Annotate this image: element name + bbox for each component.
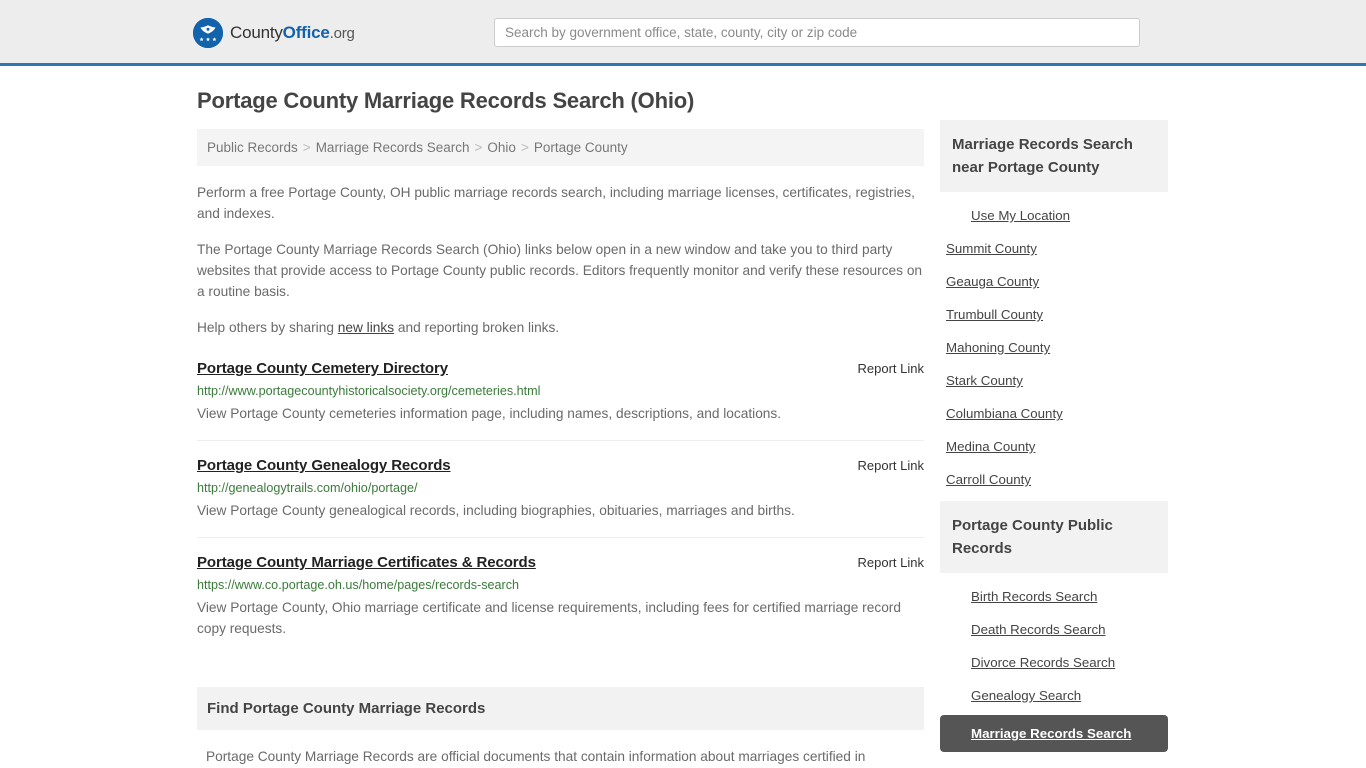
new-links-link[interactable]: new links (338, 320, 394, 335)
resource-description: View Portage County cemeteries informati… (197, 406, 782, 421)
sidebar-item-genealogy-search[interactable]: Genealogy Search (940, 678, 1168, 711)
breadcrumb-separator-icon: > (302, 140, 311, 155)
resource-description: View Portage County genealogical records… (197, 503, 795, 518)
report-link-button[interactable]: Report Link (858, 555, 924, 570)
sidebar-nearby-heading: Marriage Records Search near Portage Cou… (940, 120, 1168, 192)
sidebar-item-summit-county[interactable]: Summit County (940, 231, 1168, 264)
resource-url[interactable]: http://www.portagecountyhistoricalsociet… (197, 384, 924, 398)
sidebar-item-medina-county[interactable]: Medina County (940, 429, 1168, 462)
find-records-body: Portage County Marriage Records are offi… (197, 746, 924, 768)
sidebar-public-records-box: Portage County Public Records Birth Reco… (940, 501, 1168, 752)
resource-description: View Portage County, Ohio marriage certi… (197, 600, 901, 636)
breadcrumb-item-portage-county[interactable]: Portage County (534, 140, 628, 155)
sidebar-item-use-my-location[interactable]: Use My Location (940, 198, 1168, 231)
report-link-button[interactable]: Report Link (858, 458, 924, 473)
resource-url[interactable]: http://genealogytrails.com/ohio/portage/ (197, 481, 924, 495)
sidebar-item-divorce-records-search[interactable]: Divorce Records Search (940, 645, 1168, 678)
page-title: Portage County Marriage Records Search (… (197, 88, 695, 113)
resource-url[interactable]: https://www.co.portage.oh.us/home/pages/… (197, 578, 924, 592)
site-logo-link[interactable]: CountyOffice.org (193, 18, 355, 48)
breadcrumb-item-marriage-records-search[interactable]: Marriage Records Search (316, 140, 470, 155)
sidebar-public-records-links: Birth Records Search Death Records Searc… (940, 573, 1168, 752)
find-records-paragraph: Portage County Marriage Records are offi… (206, 749, 866, 764)
sidebar-item-trumbull-county[interactable]: Trumbull County (940, 297, 1168, 330)
site-header: CountyOffice.org (0, 0, 1366, 66)
sidebar: Marriage Records Search near Portage Cou… (940, 120, 1168, 758)
sidebar-public-records-heading: Portage County Public Records (940, 501, 1168, 573)
search-input[interactable] (494, 18, 1140, 47)
logo-text-county: County (230, 23, 283, 42)
intro-paragraph-3: Help others by sharing new links and rep… (197, 317, 924, 338)
sidebar-nearby-links: Use My Location Summit County Geauga Cou… (940, 192, 1168, 495)
sidebar-item-geauga-county[interactable]: Geauga County (940, 264, 1168, 297)
list-item: Portage County Cemetery Directory Report… (197, 360, 924, 441)
report-link-button[interactable]: Report Link (858, 361, 924, 376)
find-records-heading: Find Portage County Marriage Records (197, 687, 924, 730)
list-item: Portage County Genealogy Records Report … (197, 457, 924, 538)
breadcrumb: Public Records > Marriage Records Search > O… (197, 129, 924, 166)
breadcrumb-separator-icon: > (474, 140, 483, 155)
sidebar-item-mahoning-county[interactable]: Mahoning County (940, 330, 1168, 363)
logo-text-office: Office (282, 23, 330, 42)
sidebar-nearby-box: Marriage Records Search near Portage Cou… (940, 120, 1168, 495)
resource-title-link[interactable]: Portage County Cemetery Directory (197, 360, 448, 377)
sidebar-item-carroll-county[interactable]: Carroll County (940, 462, 1168, 495)
eagle-shield-logo-icon (193, 18, 223, 48)
main-content: Portage County Marriage Records Search (… (197, 88, 924, 768)
sidebar-item-birth-records-search[interactable]: Birth Records Search (940, 579, 1168, 612)
intro-text: Perform a free Portage County, OH public… (197, 182, 924, 338)
sidebar-item-marriage-records-search[interactable]: Marriage Records Search (940, 715, 1168, 752)
intro-paragraph-2: The Portage County Marriage Records Sear… (197, 242, 923, 299)
link-row: Portage County Cemetery Directory Report… (197, 360, 924, 377)
breadcrumb-item-public-records[interactable]: Public Records (207, 140, 298, 155)
intro-paragraph-1: Perform a free Portage County, OH public… (197, 185, 915, 221)
breadcrumb-item-ohio[interactable]: Ohio (487, 140, 516, 155)
sidebar-item-stark-county[interactable]: Stark County (940, 363, 1168, 396)
logo-text-org: .org (329, 25, 355, 42)
resource-link-list: Portage County Cemetery Directory Report… (197, 360, 924, 655)
share-text-after: and reporting broken links. (394, 320, 560, 335)
sidebar-item-death-records-search[interactable]: Death Records Search (940, 612, 1168, 645)
breadcrumb-separator-icon: > (520, 140, 529, 155)
list-item: Portage County Marriage Certificates & R… (197, 554, 924, 655)
share-text-before: Help others by sharing (197, 320, 338, 335)
site-logo-text: CountyOffice.org (230, 23, 355, 43)
link-row: Portage County Genealogy Records Report … (197, 457, 924, 474)
sidebar-item-columbiana-county[interactable]: Columbiana County (940, 396, 1168, 429)
resource-title-link[interactable]: Portage County Marriage Certificates & R… (197, 554, 536, 571)
resource-title-link[interactable]: Portage County Genealogy Records (197, 457, 451, 474)
search-bar[interactable] (494, 18, 1140, 47)
link-row: Portage County Marriage Certificates & R… (197, 554, 924, 571)
